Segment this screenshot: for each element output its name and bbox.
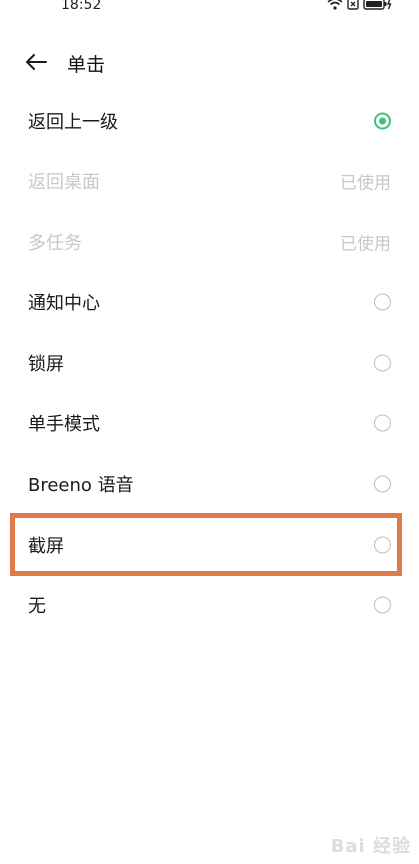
wifi-icon bbox=[327, 0, 343, 10]
radio-unselected[interactable] bbox=[374, 354, 391, 372]
highlight-box bbox=[10, 513, 402, 576]
header: 单击 bbox=[0, 42, 419, 82]
back-arrow-icon bbox=[26, 54, 47, 70]
option-label: 通知中心 bbox=[28, 293, 100, 314]
option-label: 多任务 bbox=[28, 233, 82, 254]
option-label: 返回桌面 bbox=[28, 172, 100, 193]
option-breeno-voice[interactable]: Breeno 语音 bbox=[0, 454, 419, 514]
status-icons bbox=[327, 0, 393, 10]
option-lock-screen[interactable]: 锁屏 bbox=[0, 333, 419, 393]
option-label: 返回上一级 bbox=[28, 112, 118, 133]
page-title: 单击 bbox=[67, 54, 106, 76]
radio-unselected[interactable] bbox=[374, 293, 391, 311]
option-label: 单手模式 bbox=[28, 414, 100, 435]
option-back[interactable]: 返回上一级 bbox=[0, 91, 419, 151]
option-label: Breeno 语音 bbox=[28, 475, 134, 496]
used-tag: 已使用 bbox=[340, 173, 391, 194]
radio-unselected[interactable] bbox=[374, 414, 391, 432]
sim-icon bbox=[347, 0, 359, 10]
option-home: 返回桌面 已使用 bbox=[0, 151, 419, 211]
status-time: 18:52 bbox=[61, 0, 102, 13]
option-multitask: 多任务 已使用 bbox=[0, 212, 419, 272]
radio-unselected[interactable] bbox=[374, 475, 391, 493]
option-label: 锁屏 bbox=[28, 354, 64, 375]
option-notification-center[interactable]: 通知中心 bbox=[0, 272, 419, 332]
back-button[interactable] bbox=[22, 50, 50, 74]
used-tag: 已使用 bbox=[340, 234, 391, 255]
watermark: Bai 经验 bbox=[330, 836, 411, 857]
battery-charging-icon bbox=[363, 0, 392, 10]
status-bar: 18:52 bbox=[0, 0, 419, 16]
radio-selected[interactable] bbox=[374, 112, 391, 130]
radio-unselected[interactable] bbox=[374, 596, 391, 614]
option-one-hand-mode[interactable]: 单手模式 bbox=[0, 393, 419, 453]
option-label: 无 bbox=[28, 596, 46, 617]
option-none[interactable]: 无 bbox=[0, 575, 419, 635]
